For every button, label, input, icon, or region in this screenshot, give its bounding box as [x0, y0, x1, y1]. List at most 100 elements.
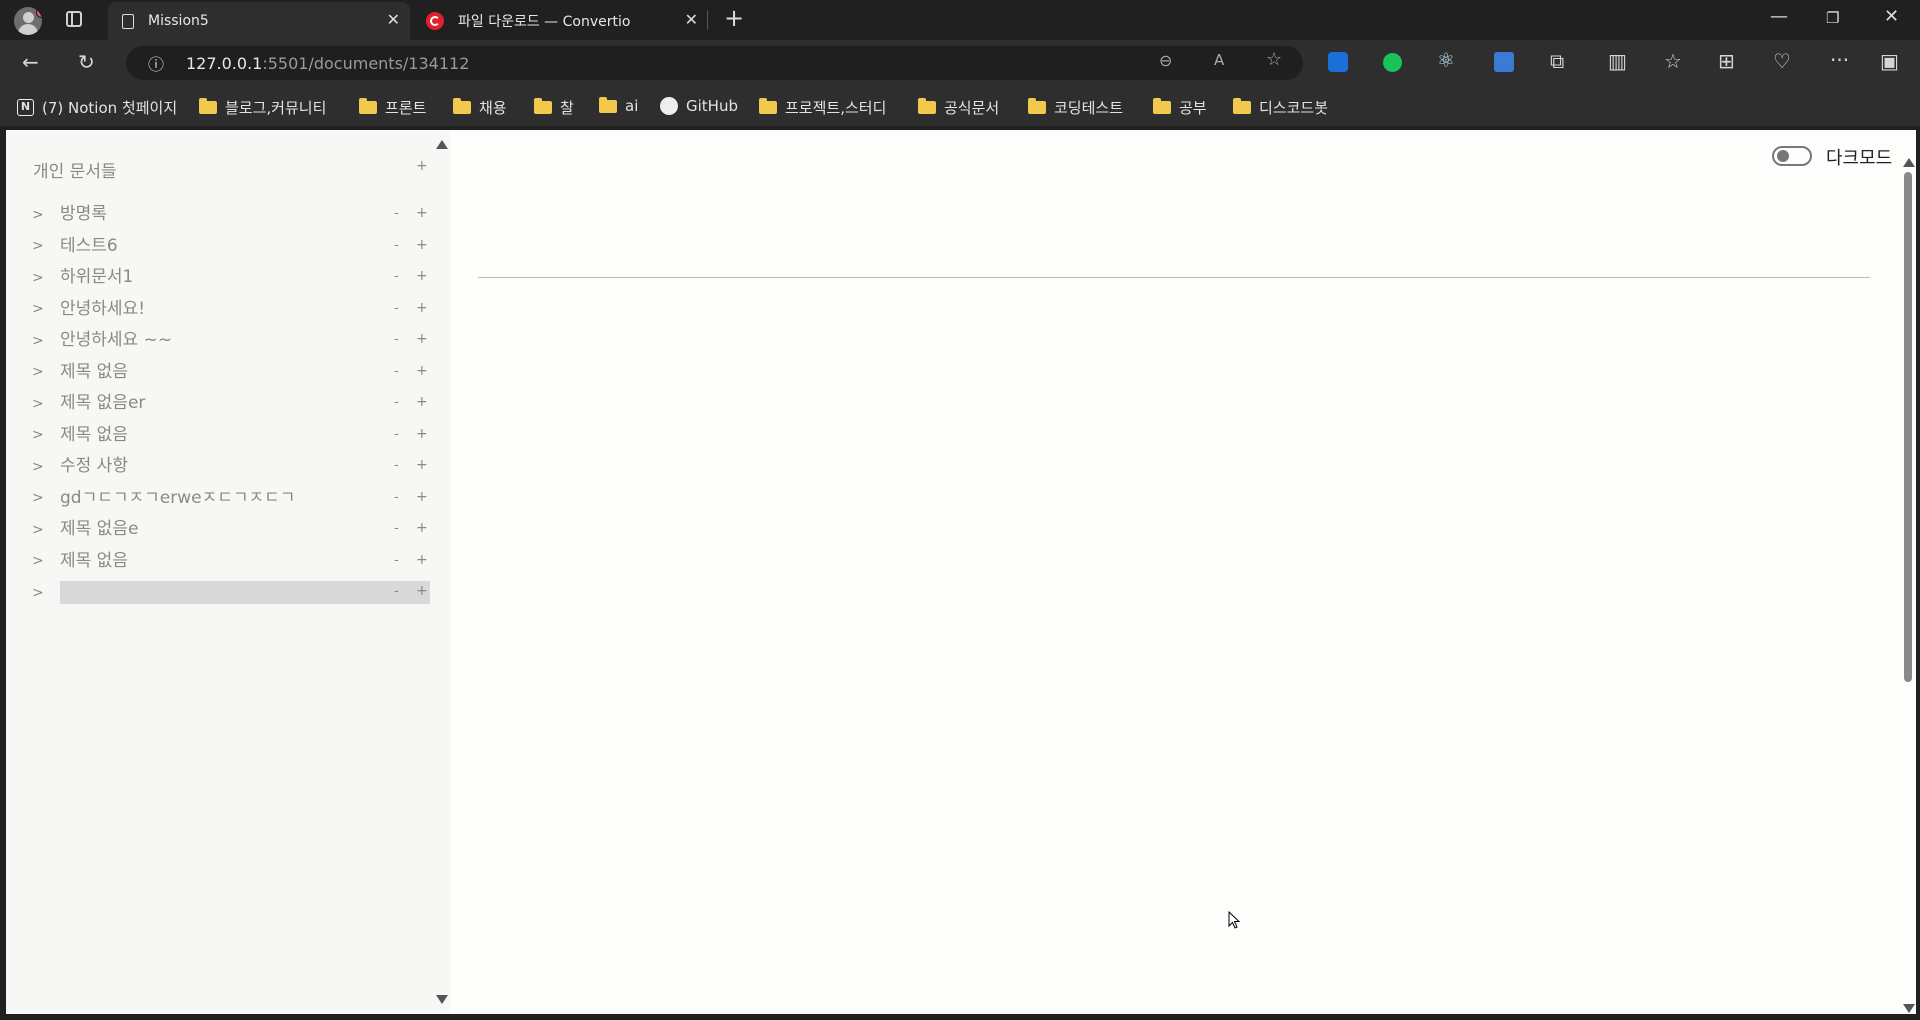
expand-toggle[interactable]: > — [32, 238, 60, 254]
close-tab-icon[interactable]: ✕ — [685, 10, 698, 29]
bookmark-folder[interactable]: 공식문서 — [918, 97, 999, 118]
scrollbar-thumb[interactable] — [1904, 172, 1912, 682]
document-title[interactable]: 제목 없음 — [60, 424, 340, 447]
document-title[interactable]: gdㄱㄷㄱㅈㄱerweㅈㄷㄱㅈㄷㄱ — [60, 487, 340, 510]
remove-document-button[interactable]: - — [394, 332, 399, 347]
document-item[interactable]: > 안녕하세요 ~~ - + — [32, 325, 440, 357]
remove-document-button[interactable]: - — [394, 395, 399, 410]
new-tab-icon[interactable]: + — [724, 4, 744, 32]
document-title[interactable]: 제목 없음 — [60, 550, 340, 573]
remove-document-button[interactable]: - — [394, 364, 399, 379]
document-title[interactable]: 제목 없음 — [60, 361, 340, 384]
expand-toggle[interactable]: > — [32, 207, 60, 223]
document-item[interactable]: > 테스트6 - + — [32, 231, 440, 263]
bookmark-notion[interactable]: N (7) Notion 첫페이지 — [17, 97, 177, 118]
expand-toggle[interactable]: > — [32, 459, 60, 475]
minimize-icon[interactable]: — — [1770, 6, 1788, 27]
document-title[interactable]: 하위문서1 — [60, 266, 340, 289]
remove-document-button[interactable]: - — [394, 301, 399, 316]
expand-toggle[interactable]: > — [32, 333, 60, 349]
remove-document-button[interactable]: - — [394, 490, 399, 505]
document-title[interactable]: 수정 사항 — [60, 455, 340, 478]
read-aloud-icon[interactable]: A — [1214, 51, 1224, 69]
remove-document-button[interactable]: - — [394, 458, 399, 473]
bookmark-folder[interactable]: 채용 — [453, 97, 507, 118]
bookmark-folder[interactable]: 디스코드봇 — [1233, 97, 1328, 118]
tab-actions-icon[interactable] — [66, 11, 82, 27]
add-child-document-button[interactable]: + — [416, 489, 428, 505]
bookmark-folder[interactable]: ai — [599, 96, 638, 115]
document-item[interactable]: > gdㄱㄷㄱㅈㄱerweㅈㄷㄱㅈㄷㄱ - + — [32, 483, 440, 515]
add-child-document-button[interactable]: + — [416, 583, 428, 599]
expand-toggle[interactable]: > — [32, 522, 60, 538]
remove-document-button[interactable]: - — [394, 238, 399, 253]
add-child-document-button[interactable]: + — [416, 520, 428, 536]
scroll-up-icon[interactable] — [436, 140, 448, 149]
expand-toggle[interactable]: > — [32, 364, 60, 380]
favorites-icon[interactable]: ☆ — [1664, 49, 1682, 73]
react-devtools-icon[interactable]: ⚛ — [1437, 48, 1455, 72]
split-screen-icon[interactable]: ▥ — [1608, 49, 1627, 73]
expand-toggle[interactable]: > — [32, 396, 60, 412]
extensions-icon[interactable]: ⧉ — [1550, 49, 1564, 73]
more-menu-icon[interactable]: ··· — [1830, 48, 1849, 72]
document-item[interactable]: > 제목 없음 - + — [32, 420, 440, 452]
bookmark-folder[interactable]: 프로젝트,스터디 — [759, 97, 886, 118]
document-title[interactable]: 제목 없음e — [60, 518, 340, 541]
add-child-document-button[interactable]: + — [416, 552, 428, 568]
add-child-document-button[interactable]: + — [416, 205, 428, 221]
document-title[interactable]: 안녕하세요 ~~ — [60, 329, 340, 352]
expand-toggle[interactable]: > — [32, 427, 60, 443]
bookmark-github[interactable]: GitHub — [660, 97, 738, 115]
document-title[interactable]: 안녕하세요! — [60, 298, 340, 321]
extension-icon[interactable] — [1328, 52, 1348, 72]
add-child-document-button[interactable]: + — [416, 300, 428, 316]
expand-toggle[interactable]: > — [32, 270, 60, 286]
add-child-document-button[interactable]: + — [416, 457, 428, 473]
document-item[interactable]: > 수정 사항 - + — [32, 451, 440, 483]
back-icon[interactable]: ← — [22, 50, 39, 74]
bookmark-folder[interactable]: 찰 — [534, 97, 574, 118]
profile-avatar-icon[interactable] — [14, 7, 42, 35]
bookmark-folder[interactable]: 코딩테스트 — [1028, 97, 1123, 118]
collections-icon[interactable]: ⊞ — [1718, 49, 1735, 73]
remove-document-button[interactable]: - — [394, 584, 399, 599]
add-child-document-button[interactable]: + — [416, 237, 428, 253]
close-tab-icon[interactable]: ✕ — [387, 10, 400, 29]
tab-convertio[interactable]: 파일 다운로드 — Convertio ✕ — [412, 2, 708, 40]
zoom-icon[interactable]: ⊖ — [1159, 51, 1172, 70]
expand-toggle[interactable]: > — [32, 553, 60, 569]
add-child-document-button[interactable]: + — [416, 331, 428, 347]
refresh-icon[interactable]: ↻ — [78, 50, 95, 74]
remove-document-button[interactable]: - — [394, 269, 399, 284]
add-child-document-button[interactable]: + — [416, 268, 428, 284]
document-item[interactable]: > 방명록 - + — [32, 199, 440, 231]
editor-scrollbar[interactable] — [1900, 158, 1916, 1014]
browser-essentials-icon[interactable]: ♡ — [1773, 49, 1791, 73]
document-title[interactable]: 방명록 — [60, 203, 340, 226]
remove-document-button[interactable]: - — [394, 206, 399, 221]
remove-document-button[interactable]: - — [394, 427, 399, 442]
add-child-document-button[interactable]: + — [416, 363, 428, 379]
bookmark-folder[interactable]: 블로그,커뮤니티 — [199, 97, 326, 118]
remove-document-button[interactable]: - — [394, 521, 399, 536]
remove-document-button[interactable]: - — [394, 553, 399, 568]
document-item[interactable]: > 제목 없음er - + — [32, 388, 440, 420]
document-title[interactable]: 제목 없음er — [60, 392, 340, 415]
document-item[interactable]: > 하위문서1 - + — [32, 262, 440, 294]
bookmark-folder[interactable]: 공부 — [1153, 97, 1207, 118]
extension-icon[interactable] — [1494, 52, 1514, 72]
scroll-down-icon[interactable] — [436, 995, 448, 1004]
document-title[interactable]: 테스트6 — [60, 235, 340, 258]
scroll-down-icon[interactable] — [1903, 1004, 1915, 1013]
expand-toggle[interactable]: > — [32, 585, 60, 601]
document-item[interactable]: > 안녕하세요! - + — [32, 294, 440, 326]
site-info-icon[interactable]: ⓘ — [148, 51, 164, 75]
restore-icon[interactable]: ❐ — [1826, 9, 1839, 27]
document-item[interactable]: > 제목 없음 - + — [32, 357, 440, 389]
expand-toggle[interactable]: > — [32, 490, 60, 506]
add-child-document-button[interactable]: + — [416, 426, 428, 442]
document-title-input[interactable] — [60, 581, 430, 605]
document-item[interactable]: > 제목 없음 - + — [32, 546, 440, 578]
darkmode-toggle[interactable] — [1772, 146, 1812, 166]
